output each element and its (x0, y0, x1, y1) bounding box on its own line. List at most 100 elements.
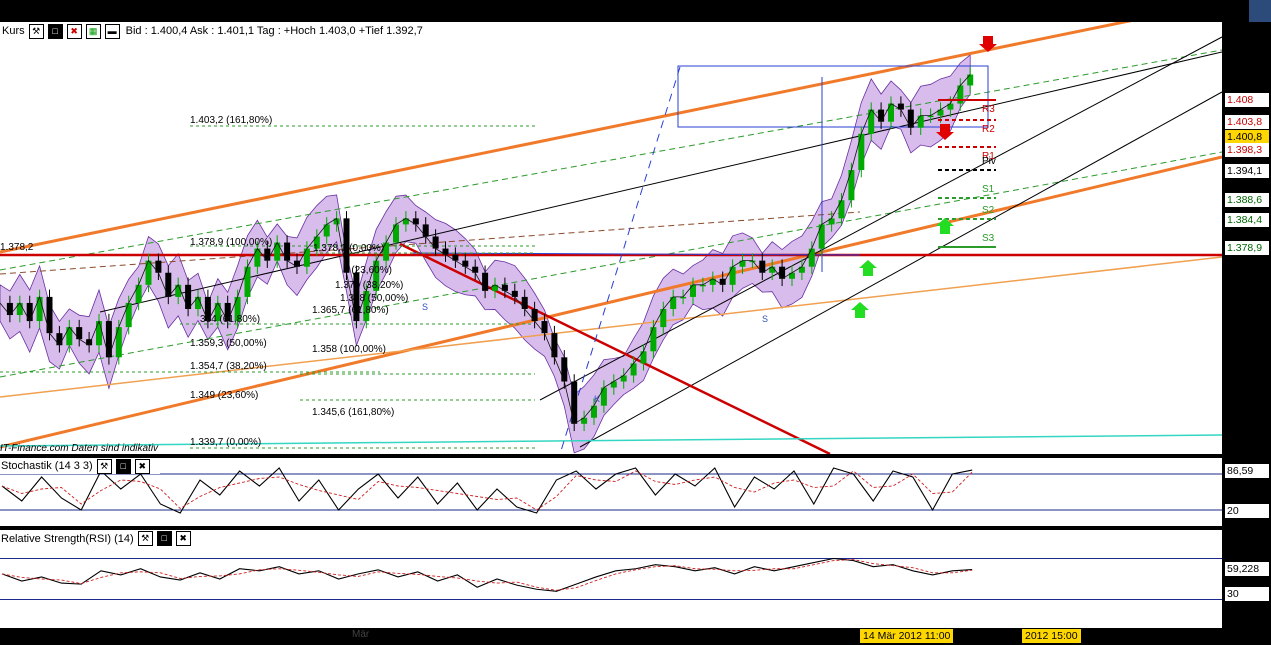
candle-body (26, 302, 33, 322)
pivot-label-r2: R2 (982, 124, 995, 135)
window-icon[interactable]: □ (156, 531, 172, 546)
axis-value-tag: 1.400,8 (1225, 130, 1269, 144)
candle-body (135, 284, 142, 303)
fib-mid-label: 1.370 (38,20%) (335, 280, 403, 291)
fib-upper-label: 1.378,9 (100,00%) (190, 237, 272, 248)
stochastic-header: Stochastik (14 3 3) ⚒ □ ✖ (0, 458, 160, 474)
green-up-arrow-icon (859, 260, 877, 276)
oscillator-main-line (1, 467, 973, 514)
candle-body (422, 224, 429, 237)
candle-body (571, 381, 578, 424)
candle-body (531, 308, 538, 322)
stochastic-panel[interactable]: Stochastik (14 3 3) ⚒ □ ✖ (0, 458, 1222, 526)
candle-body (284, 242, 291, 261)
fib-mid-label: 1.378,1 (0,00%) (313, 243, 384, 254)
wave-mark: S (422, 302, 428, 312)
price-chart-header: Kurs ⚒ □ ✖ ▦ ▬ Bid : 1.400,4 Ask : 1.401… (0, 22, 440, 40)
rsi-panel[interactable]: Relative Strength(RSI) (14) ⚒ □ ✖ (0, 530, 1222, 628)
time-marker-secondary: 2012 15:00 (1022, 629, 1081, 643)
wave-mark: K (594, 394, 600, 404)
close-icon[interactable]: ✖ (134, 458, 150, 474)
quote-text: Bid : 1.400,4 Ask : 1.401,1 Tag : +Hoch … (125, 25, 423, 37)
fib-lower-label: 1.354,7 (38,20%) (190, 361, 267, 372)
candle-body (482, 272, 489, 291)
candle-body (76, 327, 83, 340)
candle-body (818, 224, 825, 249)
oscillator-main-line (1, 557, 973, 592)
pivot-label-s1: S1 (982, 184, 995, 195)
candle-body (323, 224, 330, 237)
teal-line (0, 434, 1222, 447)
candle-body (96, 321, 102, 346)
fib-upper-label: 1.339,7 (0,00%) (190, 437, 261, 448)
axis-value-tag: 1.384,4 (1225, 213, 1269, 227)
fib-mid-label: 1.358 (100,00%) (312, 344, 386, 355)
wrench-icon[interactable]: ⚒ (96, 458, 112, 474)
close-icon[interactable]: ✖ (66, 23, 82, 39)
candle-body (393, 224, 399, 243)
wrench-icon[interactable]: ⚒ (137, 531, 153, 546)
window-icon[interactable]: □ (115, 458, 131, 474)
candle-body (155, 260, 162, 273)
candle-body (145, 260, 152, 285)
candle-body (185, 284, 192, 309)
oscillator-signal-line (1, 470, 973, 511)
time-marker-primary: 14 Mär 2012 11:00 (860, 629, 954, 643)
candle-body (690, 284, 696, 297)
price-chart-panel[interactable]: R3 R2 R1 Piv S1 S2 S3 1.378,2 1.403,2 (161,80%) 1… (0, 22, 1222, 454)
fib-lower-label: 1.349 (23,60%) (190, 390, 258, 401)
candle-body (6, 302, 13, 316)
candle-body (759, 260, 766, 273)
axis-value-tag: 1.398,3 (1225, 143, 1269, 157)
candle-body (848, 170, 855, 201)
candle-body (244, 266, 251, 297)
symbol-label: Kurs (2, 25, 25, 37)
pivot-label-s3: S3 (982, 233, 995, 244)
axis-value-tag: 59,228 (1225, 562, 1269, 576)
fib-lower-label: 364 (61,80%) (200, 314, 260, 325)
candle-body (630, 363, 637, 376)
green-up-arrow-icon (851, 302, 869, 318)
candle-body (868, 109, 875, 134)
black-trend-line-1 (99, 51, 1222, 313)
minimize-icon[interactable]: ▬ (104, 23, 120, 39)
candle-body (858, 133, 865, 171)
candle-body (36, 296, 43, 322)
window-top-bar (0, 0, 1271, 23)
candle-body (729, 266, 736, 285)
candle-body (917, 115, 924, 128)
candle-body (640, 351, 647, 364)
axis-value-tag: 1.403,8 (1225, 115, 1269, 129)
candle-body (650, 327, 657, 352)
candle-body (274, 242, 281, 261)
fib-left-value: 1.378,2 (0, 242, 34, 253)
grid-icon[interactable]: ▦ (85, 23, 101, 39)
axis-value-tag: 1.408 (1225, 93, 1269, 107)
watermark: IT-Finance.com Daten sind indikativ (0, 443, 159, 454)
oscillator-signal-line (1, 559, 973, 591)
black-trend-line-3 (579, 91, 1222, 448)
wave-mark: S (762, 314, 768, 324)
axis-value-tag: 1.378,9 (1225, 241, 1269, 255)
close-icon[interactable]: ✖ (175, 531, 191, 546)
axis-value-tag: 86,59 (1225, 464, 1269, 478)
axis-value-tag: 30 (1225, 587, 1269, 601)
price-chart-svg[interactable]: R3R2R1PivS1S2S31.378,21.403,2 (161,80%)1… (0, 22, 1222, 454)
fib-mid-label: 1.365,7 (61,80%) (312, 305, 389, 316)
window-icon[interactable]: □ (47, 23, 63, 39)
stochastic-label: Stochastik (14 3 3) (1, 460, 93, 472)
pivot-label-piv: Piv (982, 156, 996, 167)
candle-body (878, 109, 885, 122)
green-dashed-channel-upper (0, 49, 1222, 271)
candle-body (165, 272, 172, 297)
candle-body (967, 74, 974, 86)
rsi-axis: 59,228 30 (1222, 530, 1271, 628)
stochastic-svg[interactable] (0, 458, 1222, 526)
candle-body (264, 248, 271, 261)
candle-body (16, 302, 23, 316)
candle-body (125, 302, 132, 328)
wrench-icon[interactable]: ⚒ (28, 23, 44, 39)
candle-body (303, 248, 310, 267)
app-logo-icon (1249, 0, 1271, 22)
candle-body (838, 200, 845, 219)
